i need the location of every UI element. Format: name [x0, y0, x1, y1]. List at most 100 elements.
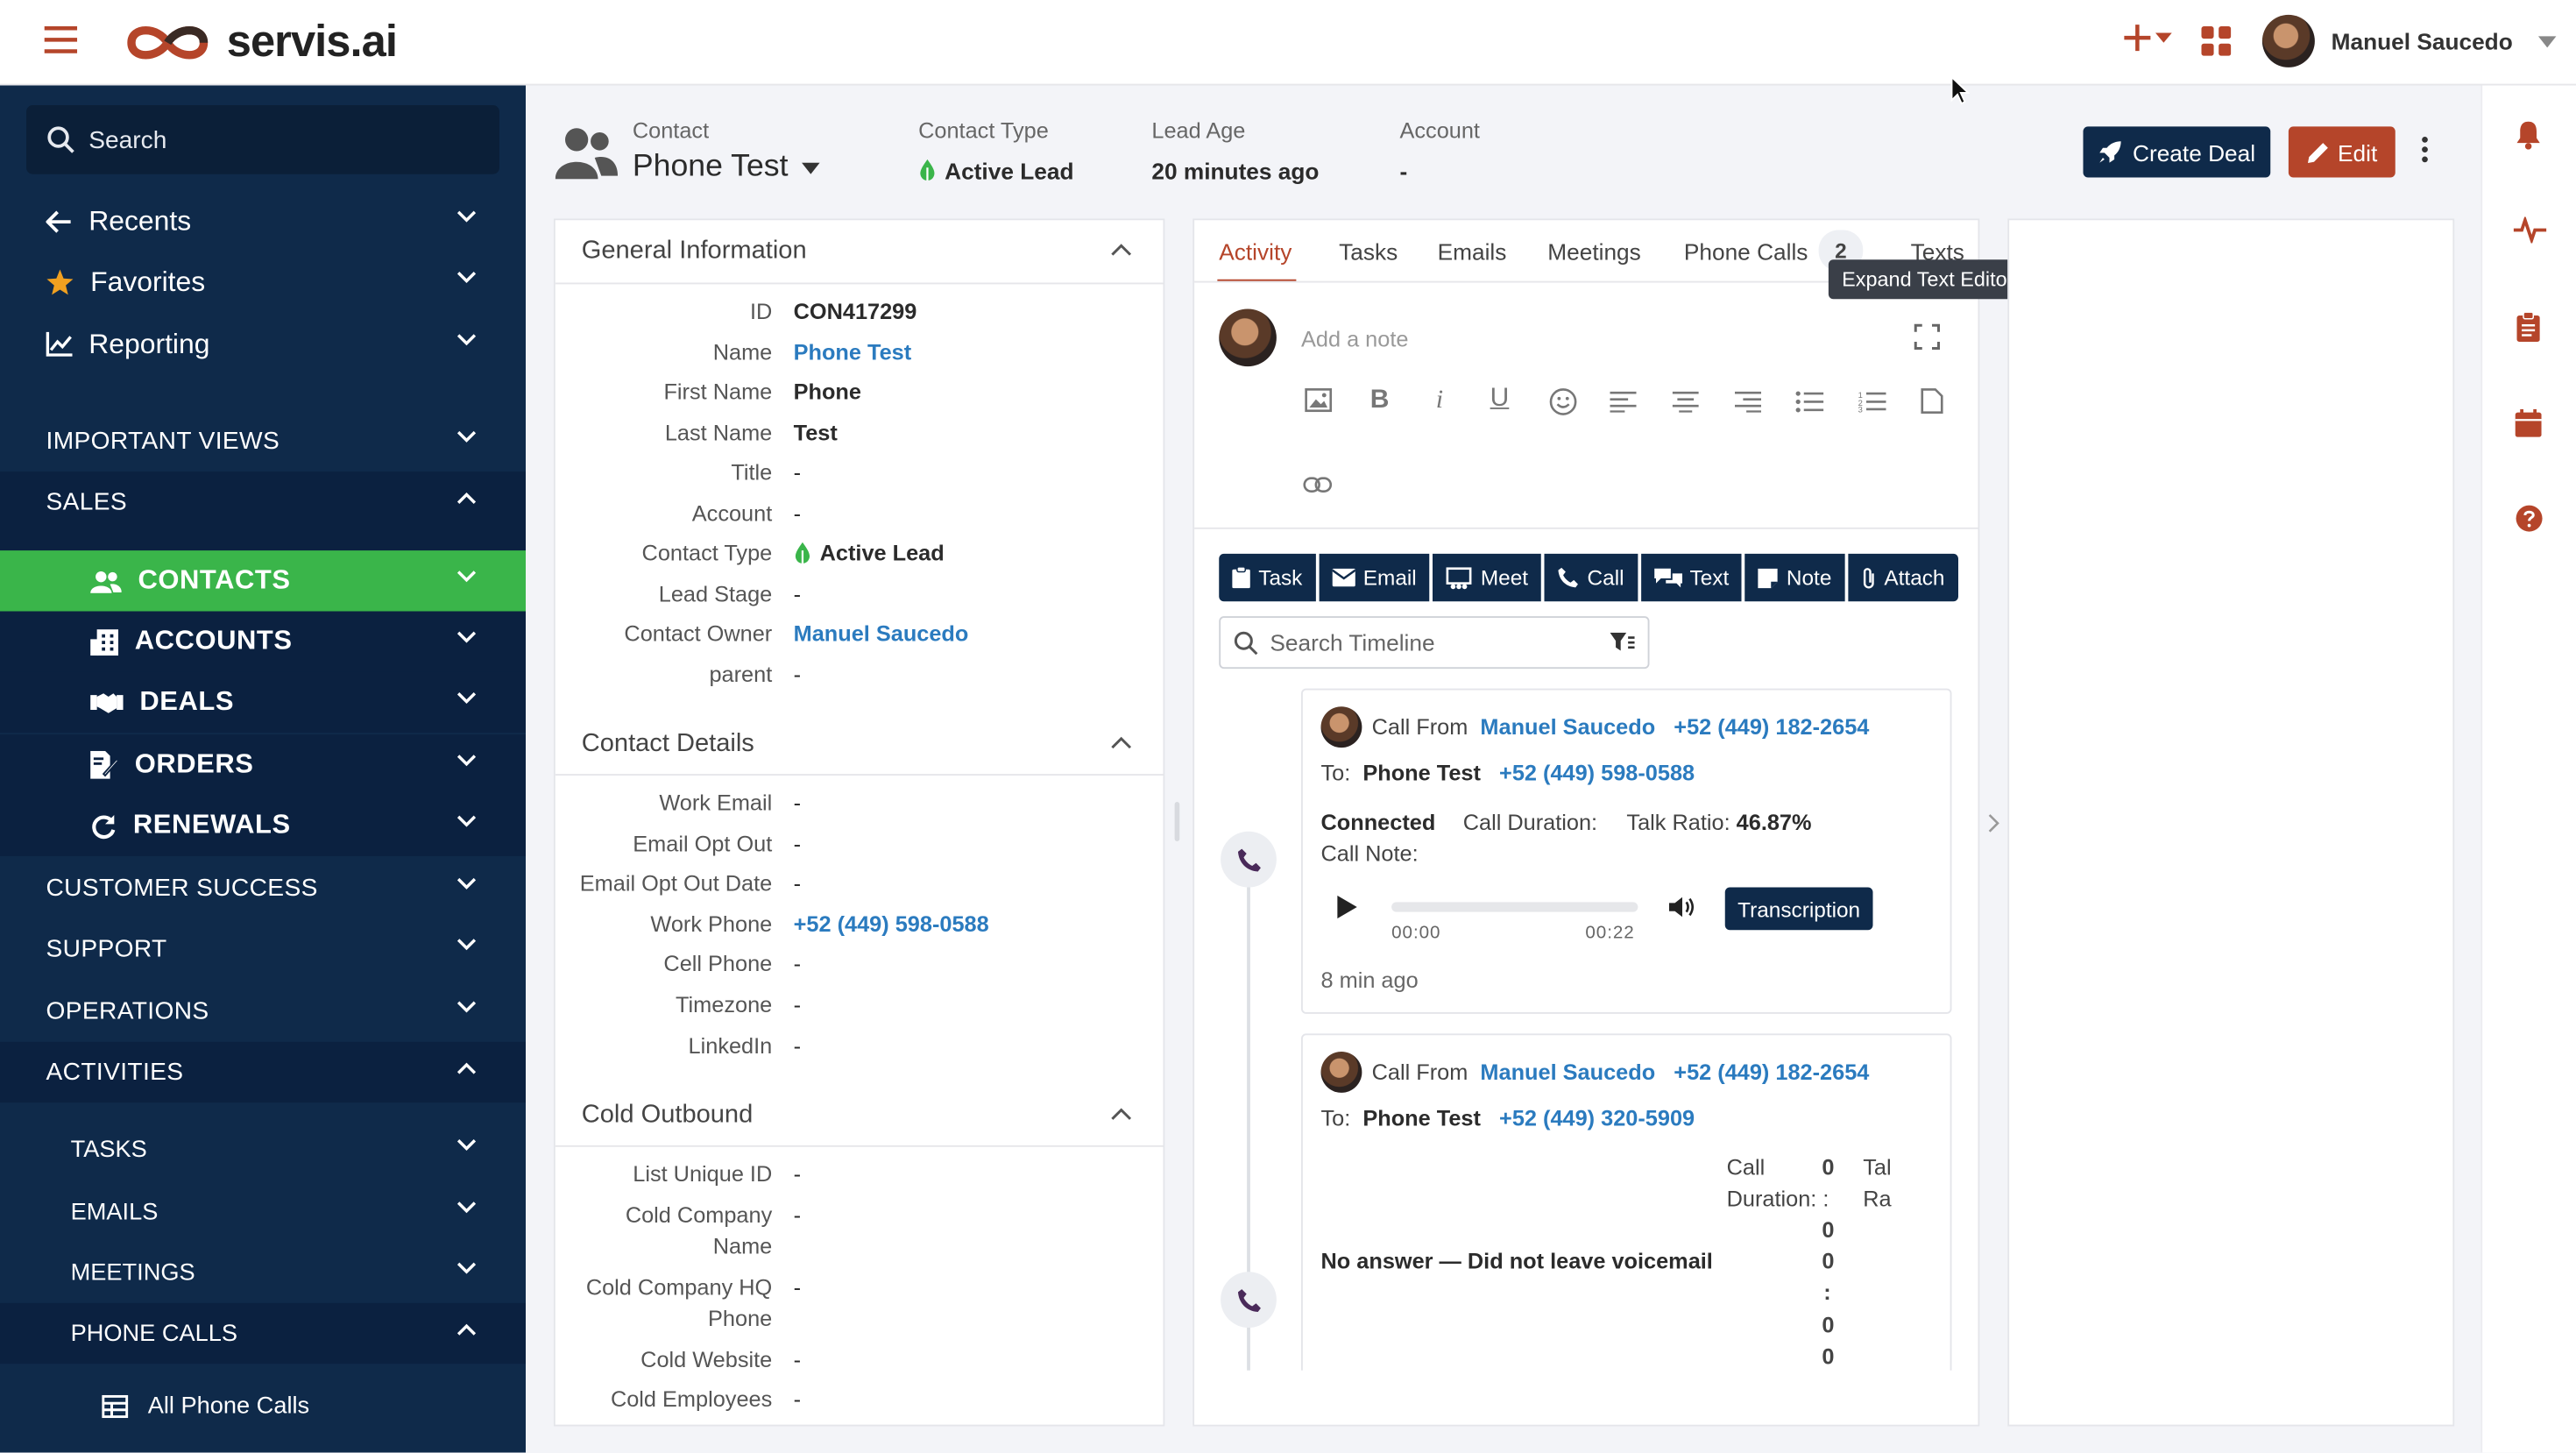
chevron-down-icon: [456, 430, 477, 443]
sidebar-item-recents[interactable]: Recents: [0, 191, 526, 252]
note-button[interactable]: Note: [1745, 553, 1845, 602]
create-deal-button[interactable]: Create Deal: [2083, 126, 2271, 178]
sidebar-item-all-phone-calls[interactable]: All Phone Calls: [102, 1393, 309, 1420]
emoji-icon[interactable]: [1549, 388, 1577, 416]
call-outcome: No answer — Did not leave voicemail: [1320, 1249, 1713, 1274]
more-options-icon[interactable]: [2422, 137, 2429, 163]
bullet-list-icon[interactable]: [1795, 391, 1824, 413]
chevron-down-icon: [456, 1201, 477, 1214]
bell-icon[interactable]: [2514, 120, 2544, 150]
panel-footer: [1194, 1370, 1978, 1425]
talk-ratio-label: Tal: [1863, 1155, 1892, 1180]
email-button[interactable]: Email: [1319, 553, 1430, 602]
tab-phone-calls[interactable]: Phone Calls: [1684, 238, 1808, 265]
field-value: -: [793, 1033, 802, 1059]
sidebar-item-deals[interactable]: DEALS: [0, 671, 526, 734]
sidebar-item-contacts[interactable]: CONTACTS: [0, 550, 526, 612]
field-label: Work Phone: [650, 911, 773, 937]
sidebar-item-meetings[interactable]: MEETINGS: [0, 1243, 526, 1303]
expand-icon[interactable]: [1914, 323, 1940, 350]
sidebar-section-activities[interactable]: ACTIVITIES: [0, 1041, 526, 1103]
field-label: Contact Type: [641, 540, 773, 565]
field-label: Cell Phone: [663, 951, 773, 976]
sidebar-section-sales[interactable]: SALES: [0, 471, 526, 533]
contact-name-dropdown[interactable]: Phone Test: [633, 150, 820, 186]
sidebar-section-customer-success[interactable]: CUSTOMER SUCCESS: [0, 858, 526, 918]
field-value-link[interactable]: Phone Test: [772, 337, 912, 368]
create-deal-label: Create Deal: [2133, 138, 2256, 166]
transcription-button[interactable]: Transcription: [1724, 887, 1873, 931]
italic-icon[interactable]: i: [1436, 386, 1443, 416]
sidebar-item-orders[interactable]: ORDERS: [0, 734, 526, 796]
call-button[interactable]: Call: [1544, 553, 1638, 602]
add-note-input[interactable]: Add a note: [1301, 327, 1408, 351]
sidebar-item-label: RENEWALS: [132, 810, 291, 840]
sidebar-search-input[interactable]: Search: [26, 105, 499, 174]
align-left-icon[interactable]: [1610, 391, 1637, 413]
tab-meetings[interactable]: Meetings: [1547, 238, 1641, 265]
calendar-icon[interactable]: [2515, 408, 2542, 437]
sidebar-item-tasks[interactable]: TASKS: [0, 1119, 526, 1180]
tab-tasks[interactable]: Tasks: [1339, 238, 1398, 265]
sidebar-section-support[interactable]: SUPPORT: [0, 918, 526, 979]
field-last-name: Last Name Test: [556, 417, 1164, 449]
bold-icon[interactable]: B: [1370, 386, 1390, 416]
play-icon[interactable]: [1337, 895, 1357, 919]
task-button[interactable]: Task: [1219, 553, 1316, 602]
field-label: Name: [712, 340, 773, 365]
sidebar-item-renewals[interactable]: RENEWALS: [0, 795, 526, 856]
apps-grid-icon[interactable]: [2201, 26, 2232, 56]
text-button[interactable]: Text: [1640, 553, 1743, 602]
field-label: ID: [749, 299, 773, 324]
chevron-up-icon[interactable]: [1111, 1108, 1132, 1121]
chevron-up-icon[interactable]: [1111, 244, 1132, 257]
timeline-search-input[interactable]: Search Timeline: [1219, 616, 1650, 670]
meet-button[interactable]: Meet: [1433, 553, 1542, 602]
attach-button[interactable]: Attach: [1848, 553, 1958, 602]
call-to-phone-link[interactable]: +52 (449) 598-0588: [1499, 761, 1695, 785]
user-menu[interactable]: Manuel Saucedo: [2261, 14, 2558, 67]
divider: [555, 282, 1164, 285]
call-from-name-link[interactable]: Manuel Saucedo: [1480, 1060, 1655, 1084]
call-from-name-link[interactable]: Manuel Saucedo: [1480, 715, 1655, 740]
link-icon[interactable]: [1303, 475, 1333, 495]
field-value: -: [793, 662, 802, 687]
sidebar-item-favorites[interactable]: Favorites: [0, 252, 526, 312]
numbered-list-icon[interactable]: 123: [1858, 389, 1886, 413]
image-icon[interactable]: [1305, 388, 1333, 413]
document-icon[interactable]: [1921, 388, 1943, 415]
field-value: -: [793, 831, 802, 856]
chevron-up-icon[interactable]: [1111, 736, 1132, 749]
lead-age-value: 20 minutes ago: [1151, 158, 1320, 184]
menu-icon[interactable]: [44, 25, 78, 54]
sidebar-section-operations[interactable]: OPERATIONS: [0, 981, 526, 1041]
clipboard-list-icon[interactable]: [2516, 312, 2540, 342]
activity-pulse-icon[interactable]: [2513, 216, 2547, 244]
sidebar-item-accounts[interactable]: ACCOUNTS: [0, 611, 526, 672]
sidebar-item-reporting[interactable]: Reporting: [0, 314, 526, 374]
tab-emails[interactable]: Emails: [1438, 238, 1507, 265]
resize-handle[interactable]: [1174, 802, 1180, 841]
logo[interactable]: servis.ai: [122, 17, 398, 67]
audio-progress-bar[interactable]: [1391, 902, 1638, 912]
filter-icon[interactable]: [1610, 632, 1635, 653]
chevron-right-icon[interactable]: [1988, 813, 1999, 833]
call-from-phone-link[interactable]: +52 (449) 182-2654: [1674, 715, 1869, 740]
sidebar-item-phone-calls[interactable]: PHONE CALLS: [0, 1302, 526, 1364]
edit-button[interactable]: Edit: [2288, 126, 2396, 178]
field-value-link[interactable]: +52 (449) 598-0588: [772, 909, 989, 940]
help-icon[interactable]: [2516, 505, 2544, 533]
align-right-icon[interactable]: [1735, 391, 1761, 413]
email-label: Email: [1362, 565, 1417, 591]
sidebar-item-emails[interactable]: EMAILS: [0, 1181, 526, 1242]
volume-icon[interactable]: [1669, 896, 1697, 918]
underline-icon[interactable]: U: [1490, 385, 1510, 415]
sidebar-section-important-views[interactable]: IMPORTANT VIEWS: [0, 411, 526, 471]
align-center-icon[interactable]: [1672, 391, 1699, 413]
call-from-phone-link[interactable]: +52 (449) 182-2654: [1674, 1060, 1869, 1084]
tab-activity[interactable]: Activity: [1219, 238, 1292, 265]
quick-add-button[interactable]: [2123, 23, 2172, 53]
duration-digit: 0: [1822, 1249, 1835, 1274]
field-value-link[interactable]: Manuel Saucedo: [772, 618, 969, 649]
call-to-phone-link[interactable]: +52 (449) 320-5909: [1499, 1106, 1695, 1131]
